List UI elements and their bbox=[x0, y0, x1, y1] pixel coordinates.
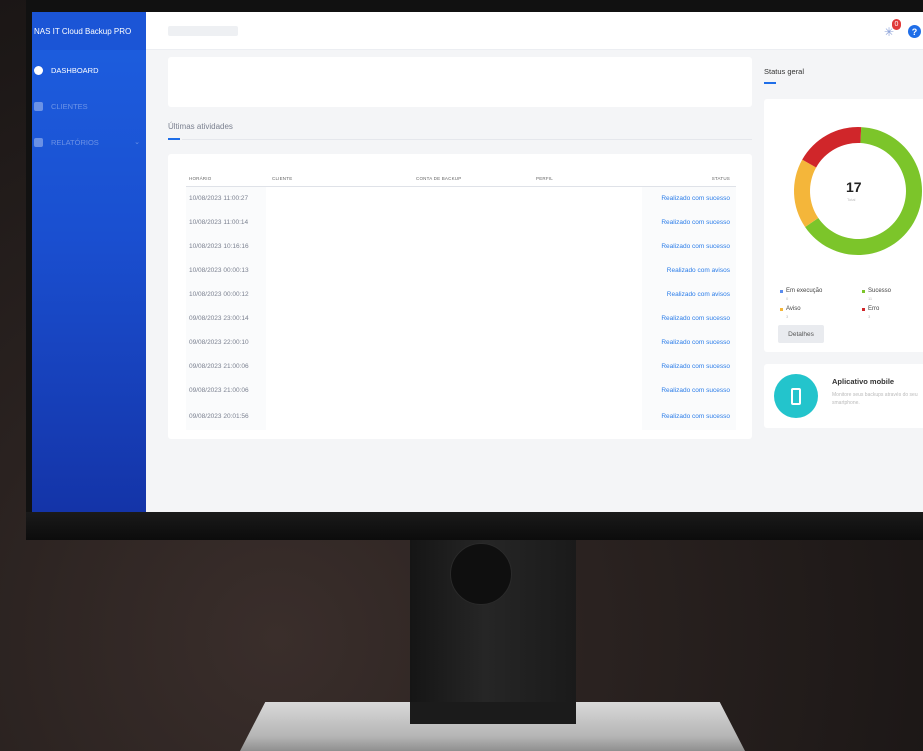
column-header-perfil[interactable]: PERFIL bbox=[536, 172, 642, 187]
cell-time: 10/08/2023 10:16:16 bbox=[186, 234, 266, 258]
monitor-chin bbox=[26, 512, 923, 540]
column-header-status[interactable]: STATUS bbox=[642, 172, 736, 187]
activities-title-underline bbox=[168, 138, 180, 140]
legend-label: Aviso bbox=[786, 306, 801, 312]
legend-dot bbox=[780, 307, 783, 311]
donut-total: 17 bbox=[846, 179, 862, 195]
cell-time: 10/08/2023 00:00:12 bbox=[186, 282, 266, 306]
chevron-down-icon: ⌄ bbox=[134, 139, 140, 146]
cell-status: Realizado com avisos bbox=[642, 282, 736, 306]
table-row[interactable]: 10/08/2023 11:00:27 Realizado com sucesso bbox=[186, 186, 736, 210]
dashboard-icon bbox=[34, 65, 43, 75]
legend-dot bbox=[780, 289, 783, 293]
cell-time: 09/08/2023 21:00:06 bbox=[186, 378, 266, 402]
table-row[interactable]: 09/08/2023 21:00:06 Realizado com sucesso bbox=[186, 378, 736, 402]
cell-status: Realizado com sucesso bbox=[642, 186, 736, 210]
sidebar-item-label: RELATÓRIOS bbox=[51, 137, 99, 147]
reports-icon bbox=[34, 137, 43, 147]
donut-segment-aviso[interactable] bbox=[794, 159, 819, 227]
cell-status: Realizado com sucesso bbox=[642, 306, 736, 330]
summary-card bbox=[168, 57, 752, 107]
mobile-app-description: Monitore seus backups através do seu sma… bbox=[832, 392, 918, 406]
sidebar-item-label: CLIENTES bbox=[51, 101, 88, 111]
legend-aviso: Aviso bbox=[780, 306, 801, 312]
status-geral-title: Status geral bbox=[764, 67, 805, 76]
column-header-cliente[interactable]: CLIENTE bbox=[266, 172, 416, 187]
sidebar-item-clientes[interactable]: CLIENTES bbox=[32, 88, 146, 124]
cell-status: Realizado com sucesso bbox=[642, 354, 736, 378]
table-header-row: HORÁRIO CLIENTE CONTA DE BACKUP PERFIL S… bbox=[186, 172, 736, 187]
page-title-placeholder bbox=[168, 26, 238, 36]
cell-time: 10/08/2023 00:00:13 bbox=[186, 258, 266, 282]
cell-status: Realizado com sucesso bbox=[642, 234, 736, 258]
status-geral-card: 17 Total Em execução 0 Sucesso 11 Aviso … bbox=[764, 99, 923, 352]
cell-status: Realizado com sucesso bbox=[642, 402, 736, 430]
table-row[interactable]: 10/08/2023 00:00:12 Realizado com avisos bbox=[186, 282, 736, 306]
legend-dot bbox=[862, 307, 865, 311]
details-button[interactable]: Detalhes bbox=[778, 325, 824, 343]
brand-title: NAS IT Cloud Backup PRO bbox=[32, 12, 146, 50]
screen: NAS IT Cloud Backup PRO DASHBOARD CLIENT… bbox=[32, 12, 923, 512]
legend-count: 11 bbox=[868, 296, 873, 301]
donut-total-label: Total bbox=[847, 197, 856, 202]
sidebar: NAS IT Cloud Backup PRO DASHBOARD CLIENT… bbox=[32, 12, 146, 512]
status-geral-underline bbox=[764, 82, 776, 84]
cell-status: Realizado com sucesso bbox=[642, 210, 736, 234]
legend-dot bbox=[862, 289, 865, 293]
mobile-app-card[interactable]: Aplicativo mobile Monitore seus backups … bbox=[764, 364, 923, 428]
help-icon[interactable]: ? bbox=[908, 25, 921, 38]
legend-erro: Erro bbox=[862, 306, 879, 312]
sidebar-item-label: DASHBOARD bbox=[51, 65, 99, 75]
cell-time: 09/08/2023 22:00:10 bbox=[186, 330, 266, 354]
notification-badge: 0 bbox=[892, 19, 901, 30]
legend-count: 0 bbox=[786, 296, 789, 301]
clients-icon bbox=[34, 101, 43, 111]
table-row[interactable]: 10/08/2023 11:00:14 Realizado com sucesso bbox=[186, 210, 736, 234]
activities-table: HORÁRIO CLIENTE CONTA DE BACKUP PERFIL S… bbox=[186, 172, 736, 430]
cell-time: 10/08/2023 11:00:27 bbox=[186, 186, 266, 210]
column-header-conta[interactable]: CONTA DE BACKUP bbox=[416, 172, 536, 187]
legend-label: Erro bbox=[868, 306, 880, 312]
mobile-app-title: Aplicativo mobile bbox=[832, 377, 895, 386]
sidebar-item-dashboard[interactable]: DASHBOARD bbox=[32, 52, 146, 88]
activities-card: HORÁRIO CLIENTE CONTA DE BACKUP PERFIL S… bbox=[168, 154, 752, 439]
cell-time: 09/08/2023 23:00:14 bbox=[186, 306, 266, 330]
table-row[interactable]: 09/08/2023 21:00:06 Realizado com sucesso bbox=[186, 354, 736, 378]
activities-divider bbox=[182, 139, 752, 140]
monitor-base-neck bbox=[410, 702, 576, 724]
legend-sucesso: Sucesso bbox=[862, 288, 891, 294]
cell-time: 10/08/2023 11:00:14 bbox=[186, 210, 266, 234]
table-row[interactable]: 10/08/2023 10:16:16 Realizado com sucesso bbox=[186, 234, 736, 258]
legend-count: 3 bbox=[868, 314, 871, 319]
column-header-horario[interactable]: HORÁRIO bbox=[186, 172, 266, 187]
sidebar-item-relatorios[interactable]: RELATÓRIOS ⌄ bbox=[32, 124, 146, 160]
legend-label: Sucesso bbox=[868, 288, 892, 294]
donut-segment-erro[interactable] bbox=[802, 127, 862, 168]
table-row[interactable]: 10/08/2023 00:00:13 Realizado com avisos bbox=[186, 258, 736, 282]
activities-title: Últimas atividades bbox=[168, 122, 233, 131]
table-row[interactable]: 09/08/2023 22:00:10 Realizado com sucesso bbox=[186, 330, 736, 354]
table-row[interactable]: 09/08/2023 20:01:56 Realizado com sucesso bbox=[186, 402, 736, 430]
cell-status: Realizado com sucesso bbox=[642, 330, 736, 354]
smartphone-icon bbox=[774, 374, 818, 418]
cell-status: Realizado com avisos bbox=[642, 258, 736, 282]
legend-em-execucao: Em execução bbox=[780, 288, 822, 294]
table-row[interactable]: 09/08/2023 23:00:14 Realizado com sucesso bbox=[186, 306, 736, 330]
cell-time: 09/08/2023 21:00:06 bbox=[186, 354, 266, 378]
legend-label: Em execução bbox=[786, 288, 823, 294]
cell-status: Realizado com sucesso bbox=[642, 378, 736, 402]
topbar: ✳ 0 ? bbox=[146, 12, 923, 50]
cell-time: 09/08/2023 20:01:56 bbox=[186, 402, 266, 430]
stand-cable-hole bbox=[450, 543, 512, 605]
legend-count: 3 bbox=[786, 314, 789, 319]
